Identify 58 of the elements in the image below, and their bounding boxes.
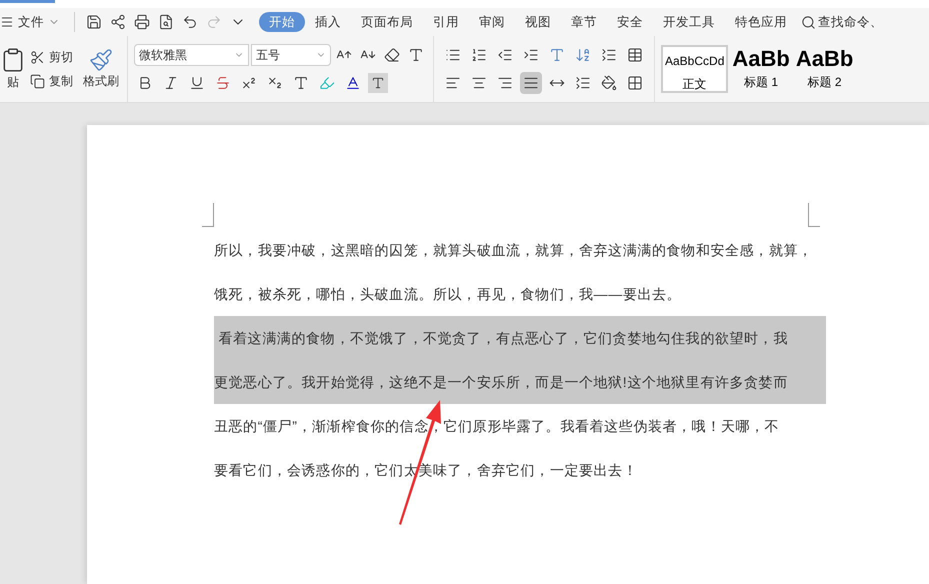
underline-icon bbox=[189, 75, 205, 91]
margin-corner-mark bbox=[202, 203, 214, 227]
numbered-list-icon bbox=[471, 47, 487, 63]
superscript-icon bbox=[241, 75, 257, 91]
style-preset[interactable]: AaBbCcDd 正文 bbox=[661, 45, 728, 93]
align-icon bbox=[523, 75, 539, 91]
ribbon-tab[interactable]: 章节 bbox=[561, 12, 607, 32]
ribbon-tab[interactable]: 开发工具 bbox=[653, 12, 725, 32]
fill-icon bbox=[601, 75, 617, 91]
ribbon-tab[interactable]: 视图 bbox=[515, 12, 561, 32]
strikethrough-icon bbox=[215, 75, 231, 91]
scissors-icon bbox=[30, 50, 45, 64]
align-icon bbox=[471, 75, 487, 91]
ribbon-tab[interactable]: 安全 bbox=[607, 12, 653, 32]
ribbon-tab[interactable]: 审阅 bbox=[469, 12, 515, 32]
style-preset[interactable]: AaBb 标题 2 bbox=[794, 45, 856, 93]
highlight-icon bbox=[319, 75, 335, 91]
paintbrush-icon bbox=[89, 48, 113, 72]
ribbon-tab[interactable]: 页面布局 bbox=[351, 12, 423, 32]
text-line: 丑恶的“僵尸”，渐渐榨食你的信念，它们原形毕露了。我看着这些伪装者，哦！天哪，不 bbox=[214, 416, 780, 436]
font-color-icon bbox=[345, 75, 361, 91]
menu-icon bbox=[0, 15, 14, 29]
ribbon-tab[interactable]: 引用 bbox=[423, 12, 469, 32]
text-line: 所以，我要冲破，这黑暗的囚笼，就算头破血流，就算，舍弃这满满的食物和安全感，就算， bbox=[214, 240, 814, 260]
search-field[interactable]: 查找命令、 bbox=[801, 12, 883, 32]
shading-icon[interactable] bbox=[368, 73, 388, 93]
font-dropdown[interactable]: 微软雅黑 bbox=[134, 44, 249, 66]
cut-button[interactable]: 剪切 bbox=[30, 48, 73, 66]
copy-button[interactable]: 复制 bbox=[30, 72, 73, 90]
italic-icon bbox=[163, 75, 179, 91]
font-size-dropdown[interactable]: 五号 bbox=[251, 44, 331, 66]
text-line: 饿死，被杀死，哪怕，头破血流。所以，再见，食物们，我——要出去。 bbox=[214, 284, 682, 304]
border-icon bbox=[627, 75, 643, 91]
margin-corner-mark bbox=[808, 203, 820, 227]
print-icon bbox=[134, 14, 150, 30]
align-icon bbox=[445, 75, 461, 91]
file-menu[interactable]: 文件 bbox=[0, 12, 66, 32]
align-icon bbox=[497, 75, 513, 91]
align-button[interactable] bbox=[520, 72, 542, 94]
table-icon bbox=[627, 47, 643, 63]
sort-icon bbox=[575, 47, 591, 63]
subscript-icon bbox=[267, 75, 283, 91]
eraser-icon bbox=[384, 47, 400, 63]
format-painter-button[interactable]: 格式刷 bbox=[83, 48, 119, 90]
ribbon-tab[interactable]: 特色应用 bbox=[725, 12, 797, 32]
letter-icon bbox=[371, 76, 385, 90]
share-icon bbox=[110, 14, 126, 30]
indent-icon bbox=[523, 47, 539, 63]
style-preset[interactable]: AaBb 标题 1 bbox=[730, 45, 792, 93]
preview-icon bbox=[158, 14, 174, 30]
outdent-icon bbox=[497, 47, 513, 63]
save-icon bbox=[86, 14, 102, 30]
search-icon bbox=[801, 14, 816, 30]
ribbon-tab[interactable]: 插入 bbox=[305, 12, 351, 32]
undo-icon bbox=[182, 14, 198, 30]
copy-icon bbox=[30, 74, 45, 88]
redo-icon bbox=[206, 14, 222, 30]
paste-button[interactable]: 贴 bbox=[0, 47, 26, 91]
